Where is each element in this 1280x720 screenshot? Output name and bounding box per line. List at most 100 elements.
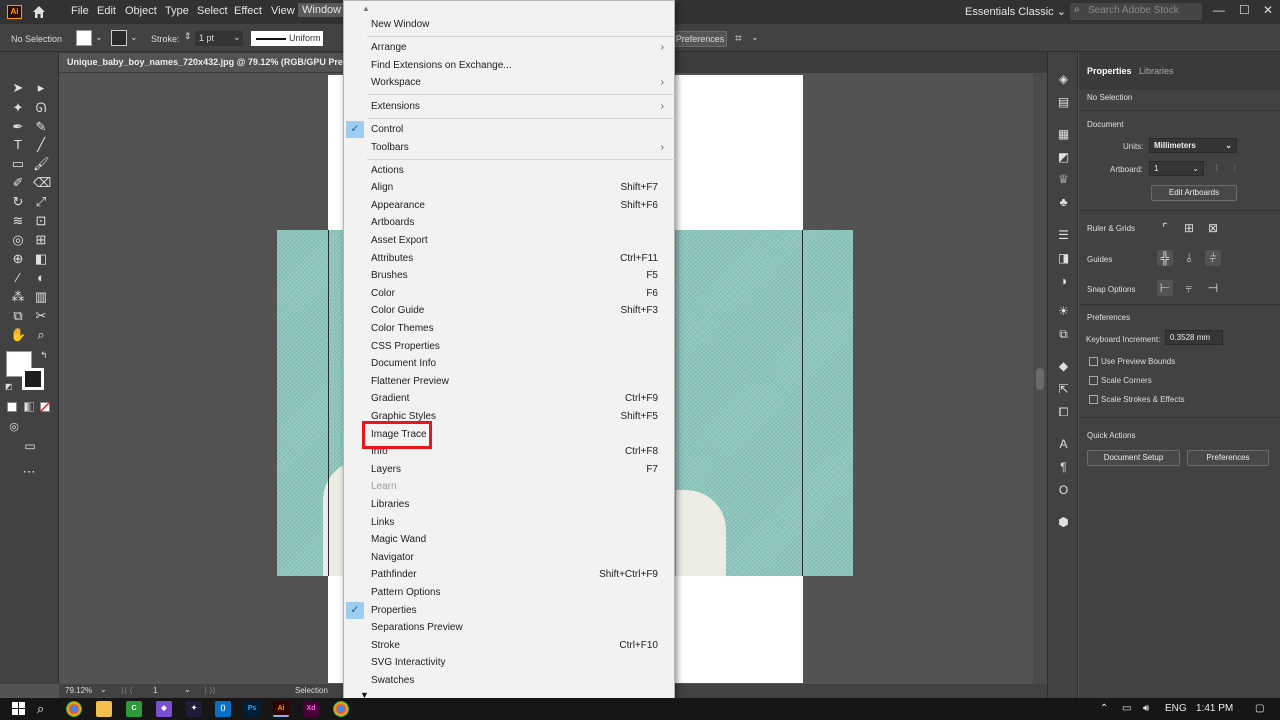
use-preview-bounds-checkbox[interactable]: [1089, 357, 1098, 366]
scroll-up-icon[interactable]: ▲: [362, 4, 370, 13]
transparency-panel-icon[interactable]: ◑: [1056, 274, 1071, 289]
workspace-switcher[interactable]: Essentials Classic ⌄: [965, 5, 1066, 18]
chevron-down-icon[interactable]: ⌄: [130, 32, 138, 43]
menu-item-brushes[interactable]: Brushes: [371, 270, 408, 281]
zoom-level[interactable]: 79.12%: [65, 686, 92, 695]
blend-tool-icon[interactable]: ◐: [33, 270, 49, 286]
properties-panel-icon[interactable]: ◈: [1056, 72, 1071, 87]
rectangle-tool-icon[interactable]: ▭: [10, 156, 26, 172]
menu-item-libraries[interactable]: Libraries: [371, 499, 409, 510]
menu-item-toolbars[interactable]: Toolbars: [371, 142, 409, 153]
zoom-tool-icon[interactable]: ⌕: [33, 327, 49, 343]
menu-item-layers[interactable]: Layers: [371, 464, 401, 475]
menu-window[interactable]: Window: [298, 3, 346, 17]
warp-tool-icon[interactable]: ≋: [10, 213, 26, 229]
document-tab[interactable]: Unique_baby_boy_names_720x432.jpg @ 79.1…: [59, 53, 343, 72]
network-icon[interactable]: ▭: [1122, 703, 1131, 714]
paintbrush-icon[interactable]: 🖌: [33, 156, 50, 172]
mesh-tool-icon[interactable]: ⊕: [10, 251, 26, 267]
menu-item-arrange[interactable]: Arrange: [371, 42, 407, 53]
menu-item-new-window[interactable]: New Window: [371, 19, 429, 30]
notifications-icon[interactable]: ▢: [1255, 703, 1264, 714]
prev-artboard-icon[interactable]: ⟨⟨ ⟨: [121, 686, 133, 695]
pen-tool-icon[interactable]: ✒: [10, 119, 26, 135]
menu-item-svg-interactivity[interactable]: SVG Interactivity: [371, 657, 445, 668]
character-panel-icon[interactable]: A: [1056, 437, 1071, 452]
menu-item-css-properties[interactable]: CSS Properties: [371, 341, 440, 352]
line-tool-icon[interactable]: ╱: [33, 137, 49, 153]
menu-item-gradient[interactable]: Gradient: [371, 393, 409, 404]
lock-guides-icon[interactable]: ⫰: [1181, 250, 1197, 266]
maximize-icon[interactable]: ☐: [1239, 3, 1250, 17]
menu-type[interactable]: Type: [165, 5, 189, 17]
eraser-icon[interactable]: ⌫: [33, 175, 51, 191]
gradient-mode-icon[interactable]: [24, 402, 34, 412]
units-select[interactable]: Millimeters ⌄: [1149, 138, 1237, 153]
scrollbar-thumb[interactable]: [1036, 368, 1044, 390]
curvature-tool-icon[interactable]: ✎: [33, 119, 49, 135]
vscode-icon[interactable]: ⟨⟩: [215, 701, 231, 717]
speaker-icon[interactable]: 🔊︎: [1143, 703, 1149, 714]
menu-item-flattener-preview[interactable]: Flattener Preview: [371, 376, 449, 387]
menu-item-align[interactable]: Align: [371, 182, 393, 193]
stroke-weight-icon[interactable]: ☰: [1056, 228, 1071, 243]
export-panel-icon[interactable]: ⇱: [1056, 382, 1071, 397]
artboard-select[interactable]: 1 ⌄: [1149, 161, 1204, 176]
menu-view[interactable]: View: [271, 5, 295, 17]
swap-colors-icon[interactable]: ↰: [40, 350, 48, 361]
menu-item-control[interactable]: Control: [371, 124, 403, 135]
artboard-number[interactable]: 1: [153, 686, 157, 695]
scale-tool-icon[interactable]: ⤢: [33, 194, 49, 210]
shaper-tool-icon[interactable]: ✐: [10, 175, 26, 191]
graph-tool-icon[interactable]: ▥: [33, 289, 49, 305]
menu-item-magic-wand[interactable]: Magic Wand: [371, 534, 426, 545]
artboard-tool-icon[interactable]: ⧉: [10, 308, 26, 324]
opentype-panel-icon[interactable]: O: [1056, 483, 1071, 498]
tab-libraries[interactable]: Libraries: [1139, 66, 1174, 76]
rotate-tool-icon[interactable]: ↻: [10, 194, 26, 210]
menu-item-links[interactable]: Links: [371, 517, 394, 528]
file-explorer-icon[interactable]: [96, 701, 112, 717]
fill-swatch[interactable]: [76, 30, 92, 46]
type-tool-icon[interactable]: T: [10, 137, 26, 153]
document-setup-button[interactable]: Document Setup: [1087, 450, 1180, 466]
minimize-icon[interactable]: —: [1213, 3, 1225, 17]
scale-strokes-checkbox[interactable]: [1089, 395, 1098, 404]
draw-mode-icon[interactable]: ◎: [6, 419, 22, 435]
menu-item-extensions[interactable]: Extensions: [371, 101, 420, 112]
smart-guides-icon[interactable]: ⫩: [1205, 250, 1221, 266]
graphic-styles-icon[interactable]: ⧉: [1056, 327, 1071, 342]
snap-to-pixel-icon[interactable]: ⊣: [1205, 280, 1221, 296]
app-icon[interactable]: ✦: [186, 701, 202, 717]
symbol-sprayer-icon[interactable]: ⁂: [10, 289, 26, 305]
menu-file[interactable]: File: [71, 5, 89, 17]
grid-icon[interactable]: ⊞: [1181, 220, 1197, 236]
free-transform-icon[interactable]: ⊡: [33, 213, 49, 229]
selection-tool-icon[interactable]: ➤: [10, 80, 26, 96]
chevron-down-icon[interactable]: ⌄: [184, 685, 191, 694]
chevron-down-icon[interactable]: ⌄: [95, 32, 103, 43]
color-mode-icon[interactable]: [7, 402, 17, 412]
menu-item-navigator[interactable]: Navigator: [371, 552, 414, 563]
chrome-icon[interactable]: [66, 701, 82, 717]
menu-item-document-info[interactable]: Document Info: [371, 358, 436, 369]
stroke-color-box[interactable]: [22, 368, 44, 390]
windows-start-icon[interactable]: [12, 702, 26, 716]
appearance-panel-icon[interactable]: ☀: [1056, 304, 1071, 319]
brushes-panel-icon[interactable]: ♕: [1056, 172, 1071, 187]
hand-tool-icon[interactable]: ✋: [10, 327, 26, 343]
menu-item-pathfinder[interactable]: Pathfinder: [371, 569, 417, 580]
paragraph-panel-icon[interactable]: ¶: [1056, 460, 1071, 475]
chevron-down-icon[interactable]: ⌄: [233, 32, 241, 43]
layers-panel-icon[interactable]: ◆: [1056, 359, 1071, 374]
stroke-swatch[interactable]: [111, 30, 127, 46]
snap-to-grid-icon[interactable]: ⫧: [1181, 280, 1197, 296]
language-indicator[interactable]: ENG: [1165, 703, 1187, 714]
menu-item-swatches[interactable]: Swatches: [371, 675, 414, 686]
photoshop-icon[interactable]: Ps: [244, 701, 260, 717]
stepper-icon[interactable]: ⇕: [184, 31, 192, 42]
menu-select[interactable]: Select: [197, 5, 228, 17]
none-mode-icon[interactable]: [40, 402, 50, 412]
prev-artboard-icon[interactable]: ⟨: [1215, 163, 1218, 172]
transform-icon[interactable]: ⌗: [735, 31, 742, 46]
